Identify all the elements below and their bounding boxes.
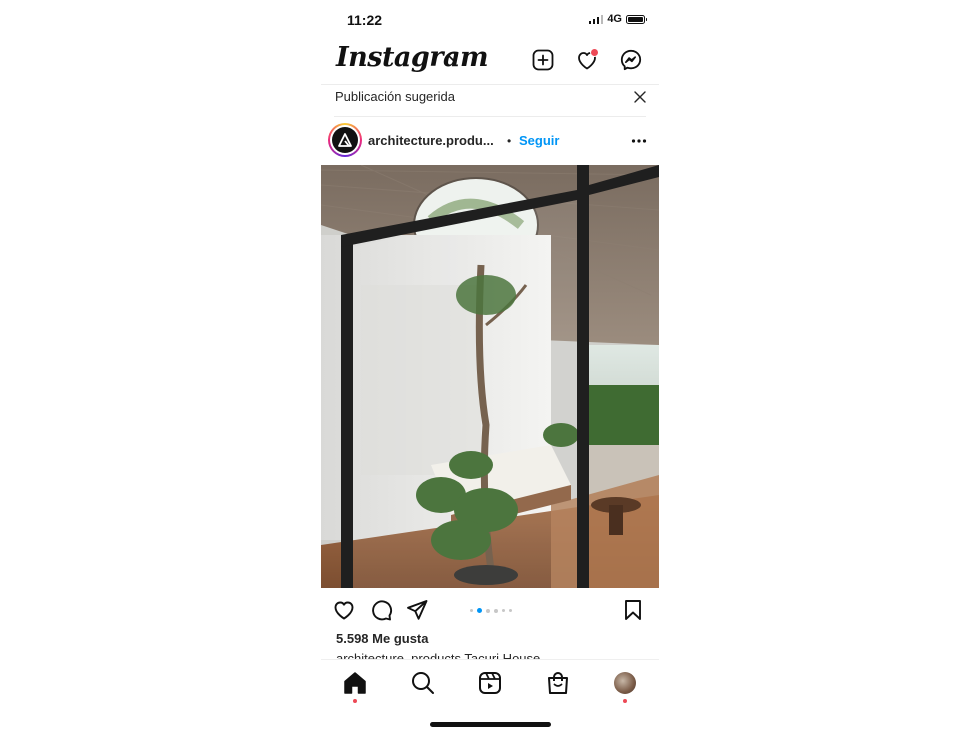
search-icon [412,672,434,694]
notification-dot [590,48,599,57]
suggested-banner: Publicación sugerida [321,84,659,117]
home-icon [344,672,366,694]
carousel-indicator [470,608,512,613]
post-actions [321,595,659,625]
suggested-label: Publicación sugerida [335,89,455,104]
separator-dot: • [507,134,512,148]
share-send-icon[interactable] [405,598,429,622]
reels-icon [479,672,501,694]
carousel-dot [494,608,498,613]
status-bar: 11:22 4G [321,0,659,40]
nav-home[interactable] [342,670,368,703]
carousel-dot [509,609,512,612]
home-indicator[interactable] [430,722,551,727]
carousel-dot [486,608,490,613]
status-time: 11:22 [347,12,383,28]
carousel-dot-active [477,608,482,613]
account-logo-icon [332,127,358,153]
post-caption: architecture_products Tacuri House [336,652,540,659]
battery-icon [626,14,647,24]
instagram-logo[interactable]: Instagram [336,42,489,73]
comment-icon[interactable] [369,598,393,622]
app-header: Instagram [321,40,659,84]
activity-button[interactable] [575,48,599,72]
post-username[interactable]: architecture.produ... [368,133,494,148]
notification-dot [353,699,357,703]
bottom-nav [321,659,659,734]
status-indicators: 4G [588,13,647,25]
like-count[interactable]: 5.598 Me gusta [336,631,429,646]
save-bookmark-icon[interactable] [621,598,645,622]
phone-screen: 11:22 4G Instagram Publicación sugerida … [321,0,659,734]
more-options-icon[interactable] [631,134,647,148]
shop-bag-icon [548,672,568,694]
story-ring[interactable] [328,123,362,157]
chevron-down-icon[interactable] [448,54,458,62]
nav-search[interactable] [410,670,436,696]
post-image[interactable] [321,165,659,588]
carousel-dot [502,609,505,612]
nav-shop[interactable] [545,670,571,696]
nav-profile[interactable] [612,670,638,703]
new-post-icon[interactable] [531,48,555,72]
post-header: architecture.produ... • Seguir [321,122,659,162]
notification-dot [623,699,627,703]
signal-icon [588,14,604,24]
messenger-icon[interactable] [619,48,643,72]
profile-avatar [614,672,636,694]
carousel-dot [470,609,473,612]
close-icon[interactable] [633,90,647,104]
nav-reels[interactable] [477,670,503,696]
avatar [330,125,360,155]
network-type: 4G [607,13,622,25]
divider [334,116,646,117]
like-heart-icon[interactable] [332,598,356,622]
follow-button[interactable]: Seguir [519,133,559,148]
